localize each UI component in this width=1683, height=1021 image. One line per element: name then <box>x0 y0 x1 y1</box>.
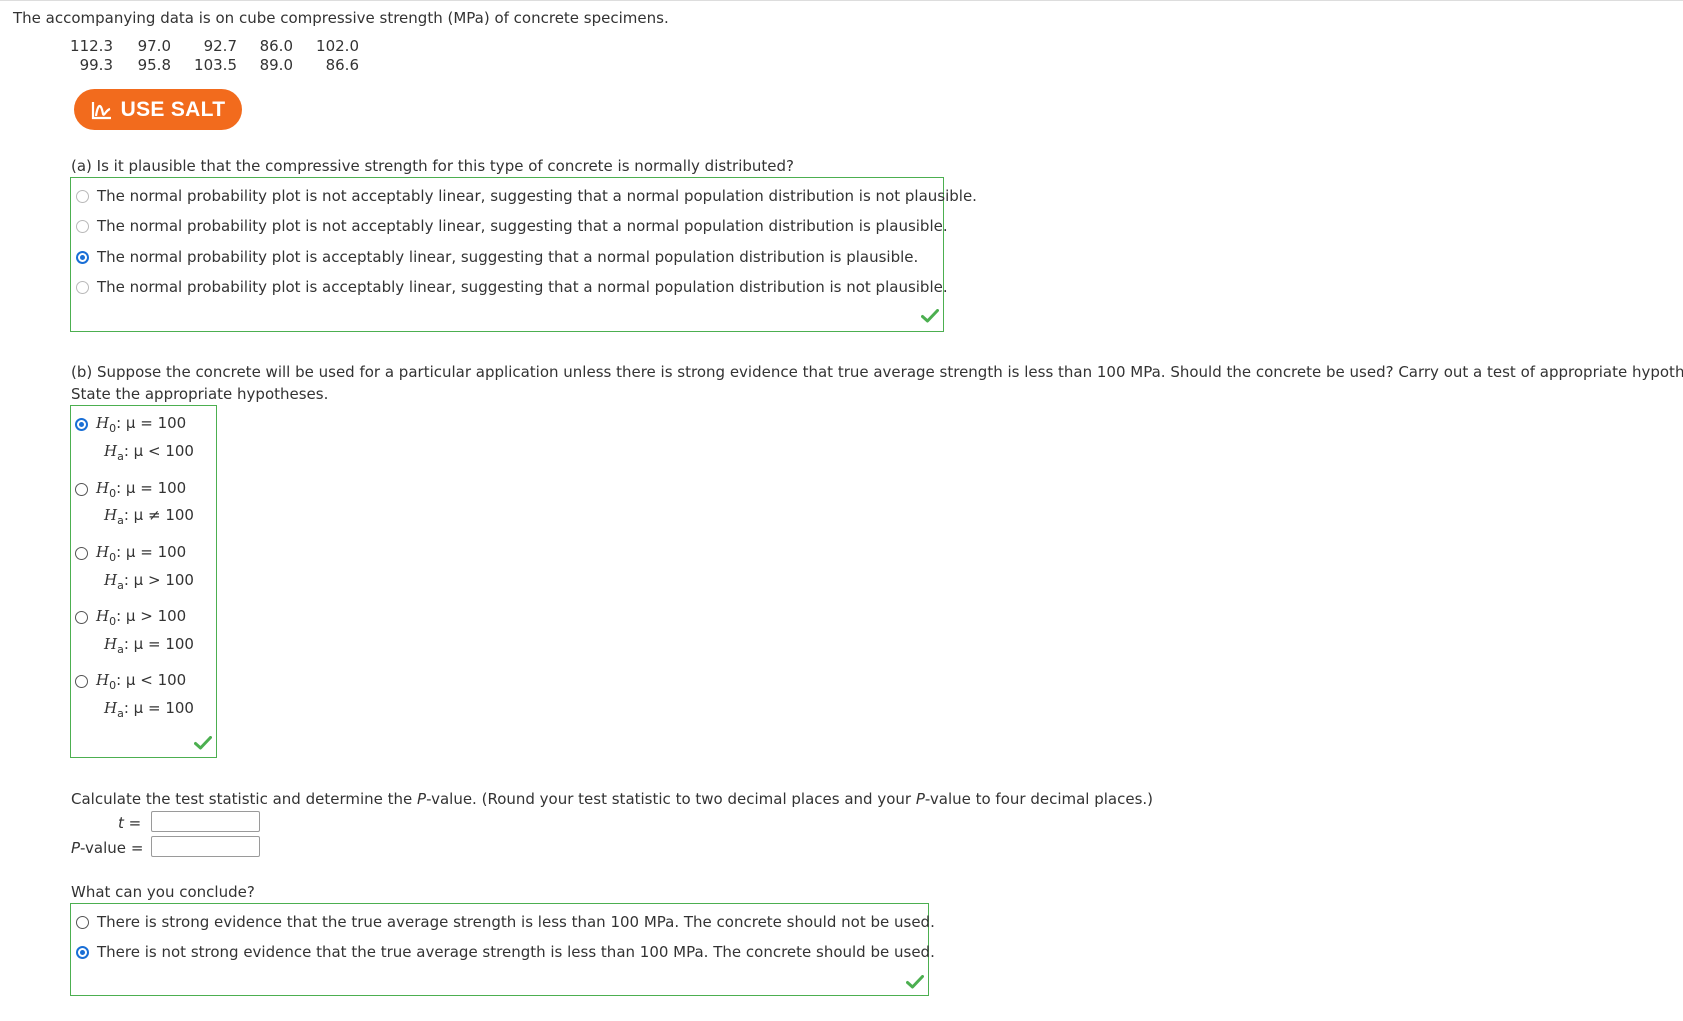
ha-line: Ha: μ < 100 <box>104 442 194 463</box>
use-salt-button[interactable]: USE SALT <box>74 89 242 130</box>
ha-subscript: a <box>117 707 124 720</box>
h0-text: : μ > 100 <box>116 607 187 625</box>
h0-symbol: H <box>96 607 110 625</box>
correct-check-icon <box>906 975 924 989</box>
ha-symbol: H <box>104 442 118 460</box>
hypothesis-option[interactable]: H0: μ = 100 <box>75 414 186 435</box>
h0-symbol: H <box>96 671 110 689</box>
data-cell: 95.8 <box>137 56 171 74</box>
equals-sign: = <box>130 839 144 857</box>
part-a-option[interactable]: The normal probability plot is not accep… <box>76 217 948 235</box>
option-label: The normal probability plot is acceptabl… <box>97 248 919 266</box>
calc-instruction: Calculate the test statistic and determi… <box>71 790 1153 808</box>
ha-symbol: H <box>104 699 118 717</box>
correct-check-icon <box>194 736 212 750</box>
data-cell: 103.5 <box>194 56 237 74</box>
radio-button[interactable] <box>75 675 88 688</box>
radio-button[interactable] <box>76 280 89 294</box>
equals-sign: = <box>128 814 142 832</box>
hypothesis-option[interactable]: H0: μ = 100 <box>75 479 186 500</box>
part-a-question: (a) Is it plausible that the compressive… <box>71 157 795 175</box>
radio-button[interactable] <box>76 915 89 929</box>
data-cell: 102.0 <box>316 37 359 55</box>
h0-symbol: H <box>96 479 110 497</box>
h0-text: : μ = 100 <box>116 543 187 561</box>
conclusion-option[interactable]: There is strong evidence that the true a… <box>76 913 935 931</box>
data-cell: 89.0 <box>259 56 293 74</box>
ha-text: : μ = 100 <box>123 699 194 717</box>
option-label: The normal probability plot is not accep… <box>97 217 948 235</box>
option-label: There is not strong evidence that the tr… <box>97 943 935 961</box>
conclusion-answer-box: There is strong evidence that the true a… <box>70 903 935 996</box>
h0-symbol: H <box>96 543 110 561</box>
ha-line: Ha: μ > 100 <box>104 571 194 592</box>
correct-check-icon <box>921 309 939 323</box>
conclude-question: What can you conclude? <box>71 883 255 901</box>
radio-button-selected[interactable] <box>76 945 89 959</box>
ha-subscript: a <box>117 450 124 463</box>
use-salt-label: USE SALT <box>120 97 226 121</box>
radio-button[interactable] <box>75 611 88 624</box>
option-label: There is strong evidence that the true a… <box>97 913 935 931</box>
ha-text: : μ < 100 <box>123 442 194 460</box>
radio-button[interactable] <box>76 189 89 203</box>
p-symbol: P <box>71 839 81 857</box>
p-value-label: P-value = <box>71 839 143 857</box>
calc-p-italic: P <box>915 790 925 808</box>
part-b-instruction: State the appropriate hypotheses. <box>71 385 329 403</box>
ha-subscript: a <box>117 643 124 656</box>
p-value-input[interactable] <box>151 836 260 857</box>
calc-text: -value to four decimal places.) <box>924 790 1154 808</box>
radio-button[interactable] <box>76 219 89 233</box>
ha-symbol: H <box>104 571 118 589</box>
part-a-answer-box: The normal probability plot is not accep… <box>70 177 977 332</box>
calc-text: -value. (Round your test statistic to tw… <box>426 790 916 808</box>
data-cell: 112.3 <box>70 37 113 55</box>
conclusion-option[interactable]: There is not strong evidence that the tr… <box>76 943 935 961</box>
option-label: The normal probability plot is not accep… <box>97 187 977 205</box>
radio-button[interactable] <box>75 547 88 560</box>
calc-text: Calculate the test statistic and determi… <box>71 790 418 808</box>
ha-text: : μ ≠ 100 <box>123 506 194 524</box>
ha-subscript: a <box>117 514 124 527</box>
data-cell: 92.7 <box>203 37 237 55</box>
h0-text: : μ < 100 <box>116 671 187 689</box>
ha-symbol: H <box>104 506 118 524</box>
t-statistic-input[interactable] <box>151 811 260 832</box>
part-a-option[interactable]: The normal probability plot is not accep… <box>76 187 977 205</box>
p-value-text: -value <box>80 839 127 857</box>
part-a-option[interactable]: The normal probability plot is acceptabl… <box>76 248 918 266</box>
hypotheses-answer-box: H0: μ = 100 Ha: μ < 100 H0: μ = 100 Ha: … <box>70 405 217 758</box>
data-cell: 86.6 <box>325 56 359 74</box>
t-symbol: t <box>118 814 124 832</box>
data-cell: 99.3 <box>79 56 113 74</box>
ha-text: : μ > 100 <box>123 571 194 589</box>
ha-text: : μ = 100 <box>123 635 194 653</box>
ha-line: Ha: μ ≠ 100 <box>104 506 194 527</box>
radio-button-selected[interactable] <box>76 250 89 264</box>
salt-chart-icon <box>91 101 111 119</box>
part-a-option[interactable]: The normal probability plot is acceptabl… <box>76 278 948 296</box>
hypothesis-option[interactable]: H0: μ < 100 <box>75 671 186 692</box>
h0-symbol: H <box>96 414 110 432</box>
radio-button-selected[interactable] <box>75 418 88 431</box>
part-b-question: (b) Suppose the concrete will be used fo… <box>71 363 1683 381</box>
h0-text: : μ = 100 <box>116 414 187 432</box>
hypothesis-option[interactable]: H0: μ > 100 <box>75 607 186 628</box>
top-divider <box>0 0 1683 1</box>
ha-line: Ha: μ = 100 <box>104 635 194 656</box>
calc-p-italic: P <box>417 790 427 808</box>
hypothesis-option[interactable]: H0: μ = 100 <box>75 543 186 564</box>
ha-line: Ha: μ = 100 <box>104 699 194 720</box>
data-cell: 97.0 <box>137 37 171 55</box>
intro-text: The accompanying data is on cube compres… <box>13 9 669 27</box>
option-label: The normal probability plot is acceptabl… <box>97 278 948 296</box>
data-cell: 86.0 <box>259 37 293 55</box>
ha-subscript: a <box>117 579 124 592</box>
ha-symbol: H <box>104 635 118 653</box>
t-label: t = <box>118 814 141 832</box>
radio-button[interactable] <box>75 483 88 496</box>
h0-text: : μ = 100 <box>116 479 187 497</box>
